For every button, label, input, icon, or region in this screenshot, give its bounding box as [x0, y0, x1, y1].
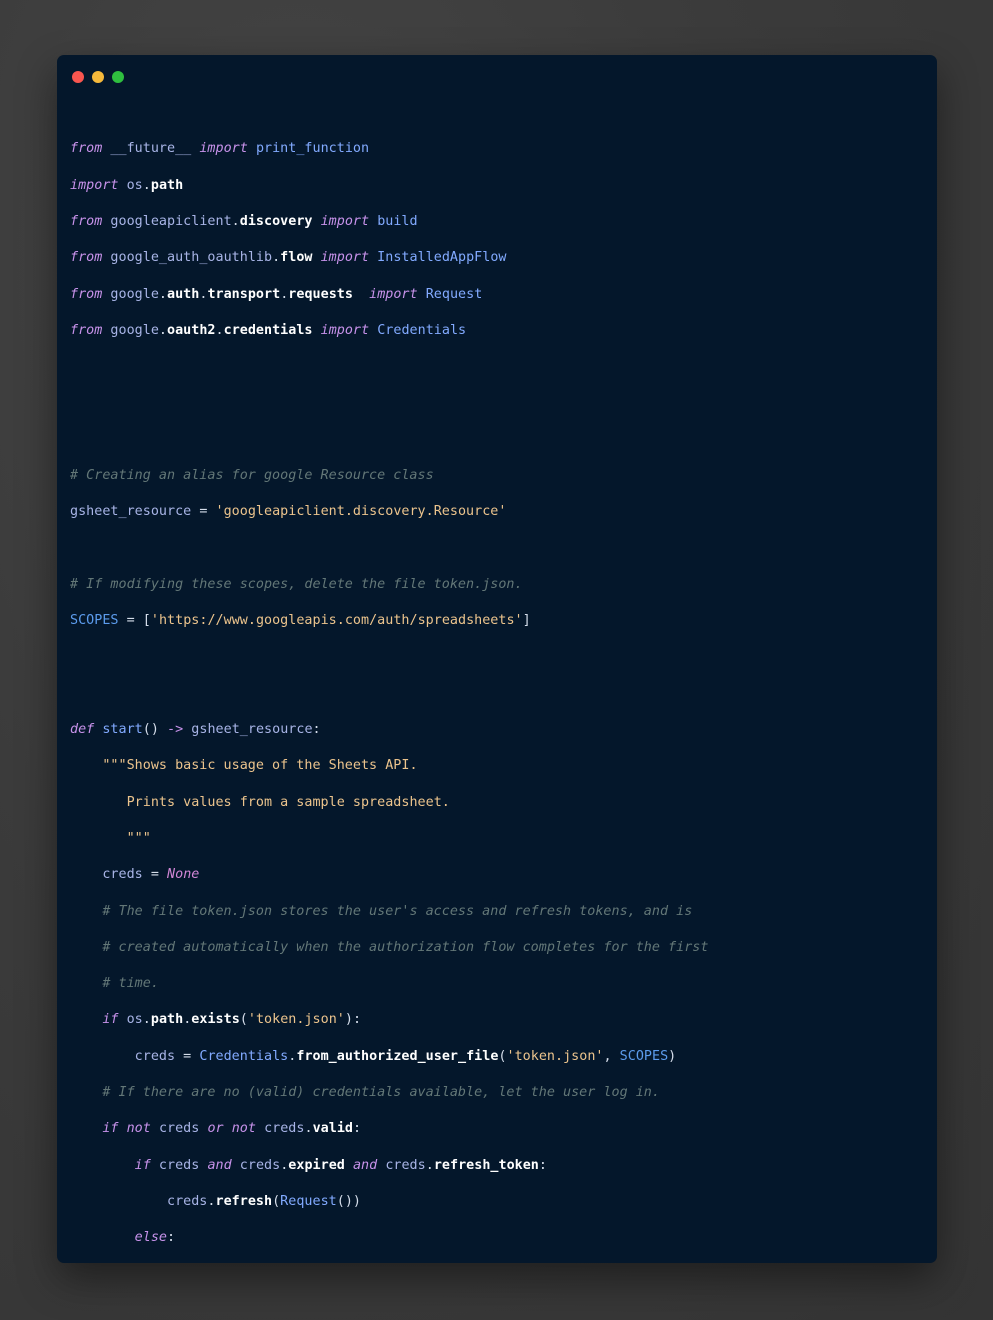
code-line: if os.path.exists('token.json'):: [102, 1012, 362, 1028]
code-block[interactable]: from __future__ import print_function im…: [57, 99, 937, 1263]
maximize-button[interactable]: [112, 71, 124, 83]
code-line: creds.refresh(Request()): [166, 1193, 361, 1209]
code-line: if creds and creds.expired and creds.ref…: [134, 1157, 547, 1173]
code-line: else:: [134, 1230, 176, 1246]
code-line: import os.path: [70, 177, 184, 193]
code-line: def start() -> gsheet_resource:: [70, 722, 321, 738]
code-line: from google.oauth2.credentials import Cr…: [70, 322, 467, 338]
code-line: """Shows basic usage of the Sheets API.: [102, 758, 418, 774]
code-line: SCOPES = ['https://www.googleapis.com/au…: [70, 613, 531, 629]
code-line: from googleapiclient.discovery import bu…: [70, 213, 418, 229]
code-line: from __future__ import print_function: [70, 141, 370, 157]
code-line: # The file token.json stores the user's …: [102, 903, 693, 919]
code-line: from google_auth_oauthlib.flow import In…: [70, 250, 507, 266]
code-line: # Creating an alias for google Resource …: [70, 467, 434, 483]
minimize-button[interactable]: [92, 71, 104, 83]
code-line: if not creds or not creds.valid:: [102, 1121, 362, 1137]
code-line: # created automatically when the authori…: [102, 939, 709, 955]
code-line: """: [126, 830, 151, 846]
close-button[interactable]: [72, 71, 84, 83]
code-snippet-window: from __future__ import print_function im…: [57, 55, 937, 1263]
code-line: Prints values from a sample spreadsheet.: [126, 794, 450, 810]
code-line: # If there are no (valid) credentials av…: [102, 1085, 660, 1101]
code-line: # If modifying these scopes, delete the …: [70, 576, 523, 592]
code-line: from google.auth.transport.requests impo…: [70, 286, 483, 302]
code-line: creds = Credentials.from_authorized_user…: [134, 1048, 677, 1064]
code-line: creds = None: [102, 867, 200, 883]
window-title-bar: [57, 55, 937, 99]
code-line: gsheet_resource = 'googleapiclient.disco…: [70, 504, 507, 520]
code-line: # time.: [102, 976, 159, 992]
